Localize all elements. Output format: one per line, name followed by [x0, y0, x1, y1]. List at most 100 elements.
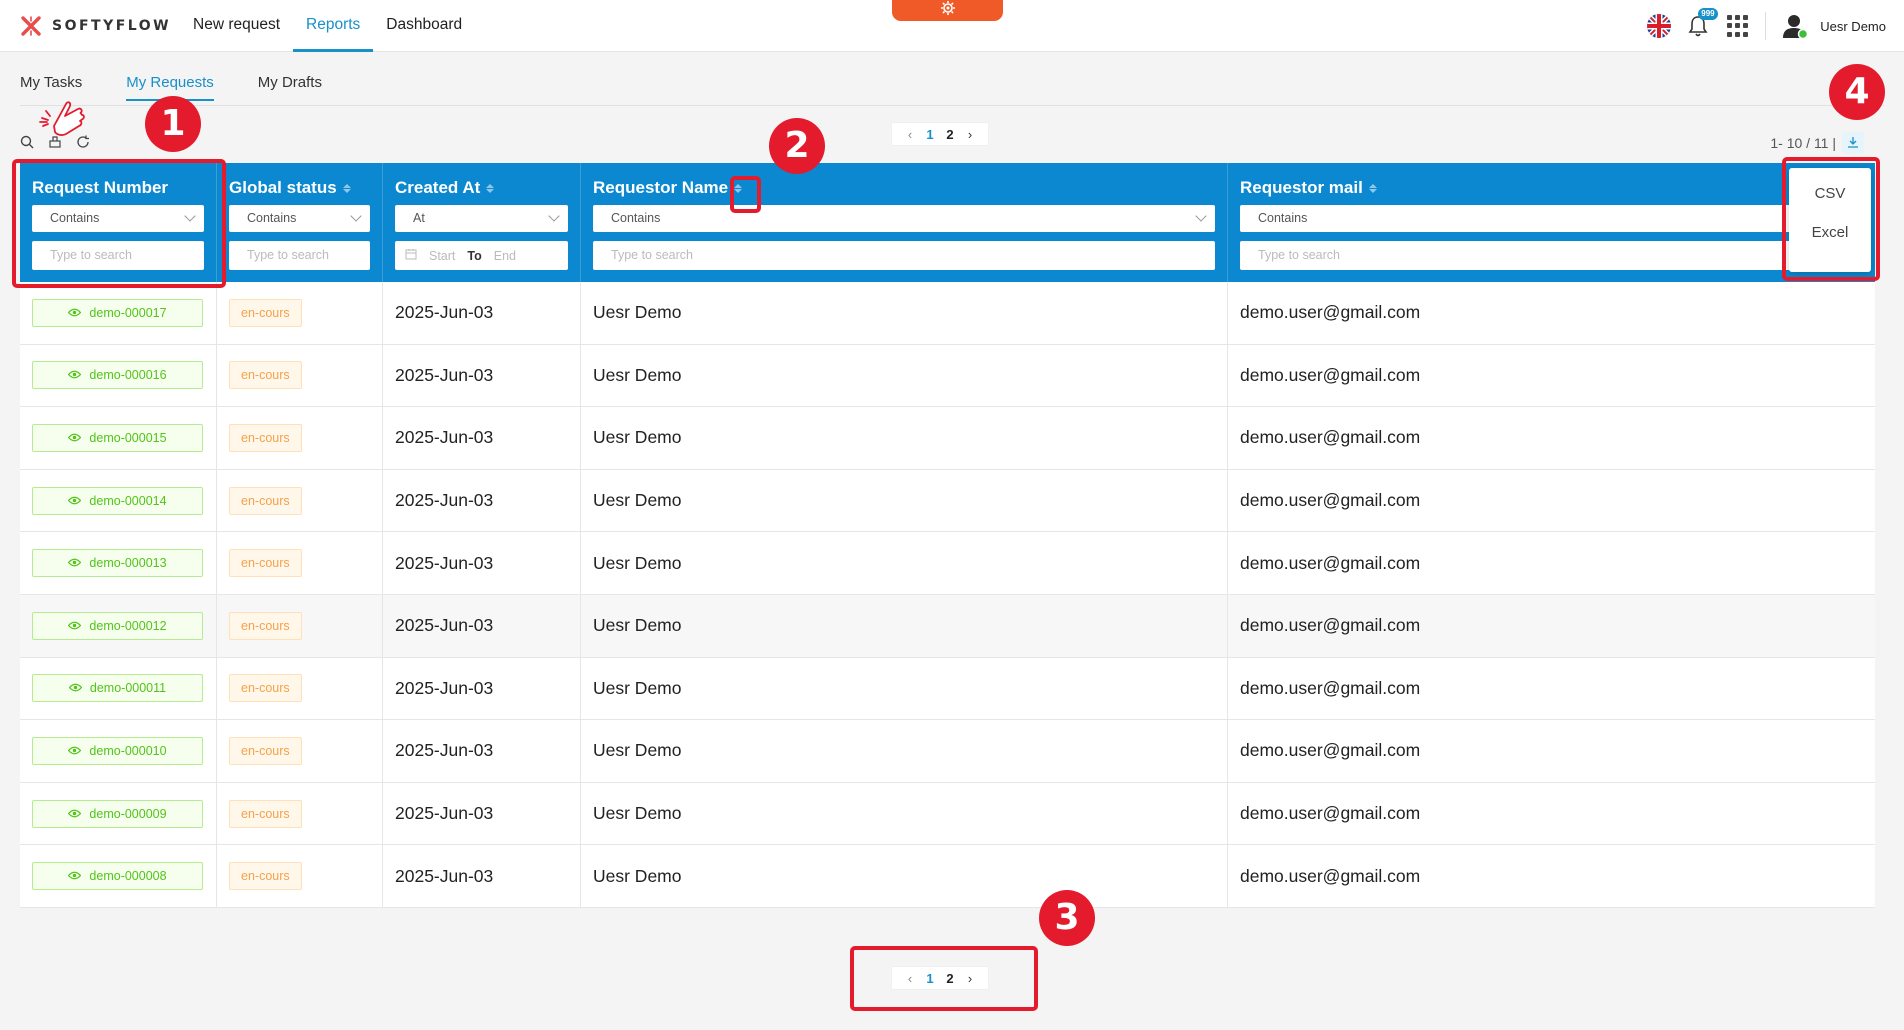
column-request-number: Request Number Contains Type to search — [20, 163, 217, 282]
eye-icon — [68, 744, 82, 758]
search-icon[interactable] — [20, 135, 34, 149]
download-icon — [1847, 135, 1859, 151]
next-page-button[interactable]: › — [962, 127, 978, 142]
request-id: demo-000011 — [89, 681, 167, 696]
uk-flag-icon[interactable] — [1647, 14, 1672, 38]
date-operator-select[interactable]: At — [395, 205, 568, 232]
cell-status: en-cours — [217, 594, 383, 657]
sort-icon[interactable] — [342, 183, 351, 193]
status-badge: en-cours — [229, 298, 302, 327]
page-1-button[interactable]: 1 — [922, 971, 938, 986]
page-2-button[interactable]: 2 — [942, 127, 958, 142]
eye-icon — [68, 306, 82, 320]
requests-table: Request Number Contains Type to search G… — [20, 163, 1875, 908]
requestor-mail-search-input[interactable]: Type to search — [1240, 241, 1800, 270]
filter-operator-select[interactable]: Contains — [229, 205, 370, 232]
open-request-button[interactable]: demo-000013 — [32, 549, 203, 578]
step-badge-3: 3 — [1039, 890, 1095, 946]
column-created-at: Created At At Start To End — [383, 163, 581, 282]
prev-page-button[interactable]: ‹ — [902, 127, 918, 142]
cell-status: en-cours — [217, 344, 383, 407]
filter-operator-select[interactable]: Contains — [593, 205, 1215, 232]
open-request-button[interactable]: demo-000017 — [32, 298, 203, 327]
sort-icon[interactable] — [734, 183, 743, 193]
user-menu[interactable]: Uesr Demo — [1782, 13, 1886, 40]
status-badge: en-cours — [229, 361, 302, 390]
status-badge: en-cours — [229, 862, 302, 891]
chevron-down-icon — [548, 210, 560, 222]
eye-icon — [68, 556, 82, 570]
cell-status: en-cours — [217, 532, 383, 594]
request-number-search-input[interactable]: Type to search — [32, 241, 204, 270]
cell-request-number: demo-000016 — [20, 344, 217, 407]
status-badge: en-cours — [229, 736, 302, 765]
pagination-top: ‹ 1 2 › — [891, 122, 989, 146]
table-row: demo-000010 en-cours 2025-Jun-03 Uesr Demo d… — [20, 720, 1875, 783]
filter-operator-select[interactable]: Contains — [32, 205, 204, 232]
notifications-button[interactable]: 999 — [1687, 8, 1718, 38]
date-range-separator: To — [467, 248, 482, 263]
status-search-input[interactable]: Type to search — [229, 241, 370, 270]
bell-icon — [1687, 16, 1709, 42]
settings-button[interactable] — [892, 0, 1003, 21]
table-row: demo-000012 en-cours 2025-Jun-03 Uesr Demo d… — [20, 594, 1875, 658]
filter-operator-select[interactable]: Contains — [1240, 205, 1800, 232]
page-1-button[interactable]: 1 — [922, 127, 938, 142]
next-page-button[interactable]: › — [962, 971, 978, 986]
main-nav: New request Reports Dashboard — [180, 0, 475, 52]
apps-grid-icon[interactable] — [1727, 15, 1749, 37]
cell-requestor-name: Uesr Demo — [581, 532, 1228, 594]
table-row: demo-000008 en-cours 2025-Jun-03 Uesr Demo d… — [20, 845, 1875, 908]
open-request-button[interactable]: demo-000008 — [32, 862, 203, 891]
open-request-button[interactable]: demo-000012 — [32, 611, 203, 640]
eye-icon — [68, 869, 82, 883]
cell-status: en-cours — [217, 657, 383, 720]
cell-created-at: 2025-Jun-03 — [383, 344, 581, 407]
requestor-name-search-input[interactable]: Type to search — [593, 241, 1215, 270]
page-2-button[interactable]: 2 — [942, 971, 958, 986]
open-request-button[interactable]: demo-000011 — [32, 674, 203, 703]
request-id: demo-000008 — [89, 869, 167, 884]
date-range-picker[interactable]: Start To End — [395, 241, 568, 270]
cell-created-at: 2025-Jun-03 — [383, 782, 581, 845]
export-csv-option[interactable]: CSV — [1789, 174, 1871, 213]
sort-icon[interactable] — [486, 183, 495, 193]
open-request-button[interactable]: demo-000010 — [32, 736, 203, 765]
table-row: demo-000017 en-cours 2025-Jun-03 Uesr Demo d… — [20, 282, 1875, 345]
export-button[interactable] — [1842, 132, 1864, 154]
cell-requestor-mail: demo.user@gmail.com — [1240, 615, 1421, 636]
status-badge: en-cours — [229, 611, 302, 640]
cell-requestor-mail: demo.user@gmail.com — [1240, 490, 1421, 511]
cell-requestor-name: Uesr Demo — [581, 407, 1228, 469]
cell-requestor-mail: demo.user@gmail.com — [1240, 552, 1421, 573]
open-request-button[interactable]: demo-000015 — [32, 423, 203, 452]
export-excel-option[interactable]: Excel — [1789, 213, 1871, 252]
brand-logo[interactable]: SOFTYFLOW — [20, 14, 171, 38]
cell-request-number: demo-000011 — [20, 657, 217, 720]
eye-icon — [68, 681, 83, 695]
table-row: demo-000015 en-cours 2025-Jun-03 Uesr Demo d… — [20, 407, 1875, 470]
open-request-button[interactable]: demo-000014 — [32, 486, 203, 515]
tab-my-drafts[interactable]: My Drafts — [258, 74, 322, 101]
column-requestor-name: Requestor Name Contains Type to search — [581, 163, 1228, 282]
date-end-input[interactable]: End — [494, 249, 516, 263]
cell-status: en-cours — [217, 782, 383, 845]
open-request-button[interactable]: demo-000016 — [32, 361, 203, 390]
calendar-icon — [405, 248, 417, 263]
date-start-input[interactable]: Start — [429, 249, 455, 263]
nav-dashboard[interactable]: Dashboard — [373, 0, 475, 52]
cell-requestor-name: Uesr Demo — [581, 720, 1228, 782]
prev-page-button[interactable]: ‹ — [902, 971, 918, 986]
header-divider — [1765, 12, 1767, 40]
nav-reports[interactable]: Reports — [293, 0, 374, 52]
sort-icon[interactable] — [1368, 183, 1377, 193]
export-dropdown: CSV Excel — [1789, 168, 1871, 272]
nav-new-request[interactable]: New request — [180, 0, 293, 52]
cell-created-at: 2025-Jun-03 — [383, 594, 581, 657]
cell-created-at: 2025-Jun-03 — [383, 532, 581, 594]
cell-request-number: demo-000010 — [20, 720, 217, 782]
pagination-bottom: ‹ 1 2 › — [891, 966, 989, 990]
open-request-button[interactable]: demo-000009 — [32, 799, 203, 828]
table-body: demo-000017 en-cours 2025-Jun-03 Uesr Demo d… — [20, 282, 1875, 908]
request-id: demo-000012 — [89, 618, 167, 633]
